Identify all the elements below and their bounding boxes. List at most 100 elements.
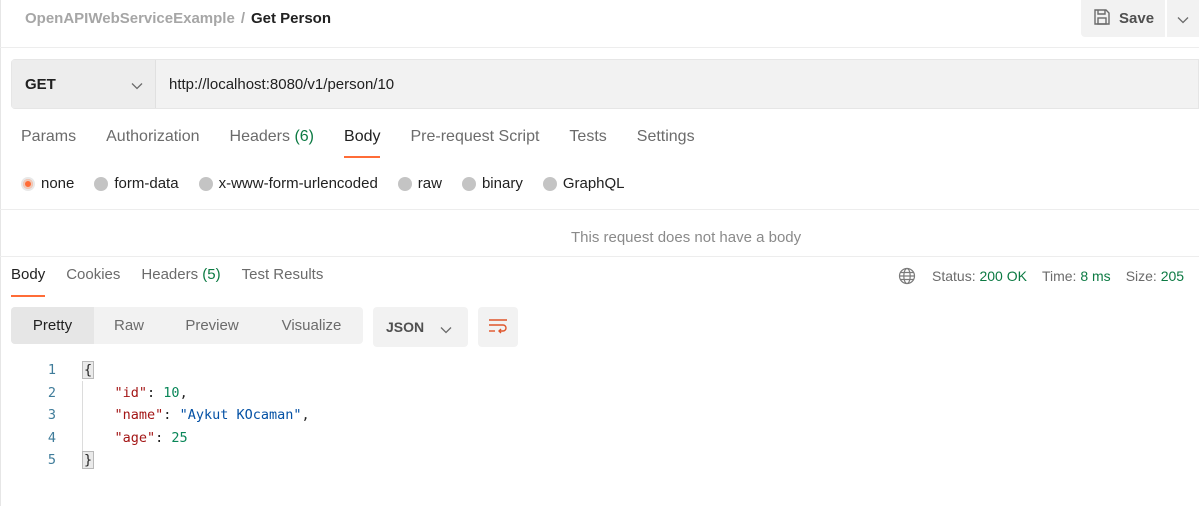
line-number: 1 bbox=[47, 362, 56, 379]
view-mode-segmented: Pretty Raw Preview Visualize bbox=[11, 307, 363, 344]
tab-count: (6) bbox=[294, 128, 315, 145]
tab-tests[interactable]: Tests bbox=[569, 128, 606, 158]
radio-label: x-www-form-urlencoded bbox=[218, 175, 378, 192]
request-header: OpenAPIWebServiceExample / Get Person Save bbox=[0, 0, 1199, 48]
breadcrumb-request-name[interactable]: Get Person bbox=[251, 10, 331, 27]
tab-label: Authorization bbox=[106, 128, 200, 145]
url-input[interactable]: http://localhost:8080/v1/person/10 bbox=[156, 60, 1198, 108]
line-number: 5 bbox=[47, 452, 56, 469]
tab-label: Test Results bbox=[241, 266, 324, 283]
response-body-editor[interactable]: 1{ 2 "id": 10, 3 "name": "Aykut KOcaman"… bbox=[0, 359, 310, 472]
radio-dot[interactable] bbox=[94, 176, 109, 191]
view-pretty[interactable]: Pretty bbox=[11, 307, 94, 344]
save-options-button[interactable] bbox=[1167, 0, 1199, 37]
response-status[interactable]: Status: 200 OK bbox=[932, 268, 1027, 284]
radio-binary[interactable]: binary bbox=[461, 175, 523, 192]
save-label: Save bbox=[1119, 10, 1155, 27]
tab-pre-request-script[interactable]: Pre-request Script bbox=[410, 128, 539, 158]
wrap-lines-button[interactable] bbox=[478, 307, 518, 347]
json-value: 25 bbox=[171, 429, 188, 446]
time-label: Time: bbox=[1041, 268, 1077, 284]
response-tab-headers[interactable]: Headers (5) bbox=[141, 266, 220, 297]
tab-label: Settings bbox=[636, 128, 695, 145]
tab-settings[interactable]: Settings bbox=[637, 128, 695, 158]
breadcrumb: OpenAPIWebServiceExample / Get Person bbox=[25, 10, 331, 27]
divider bbox=[0, 256, 1199, 257]
breadcrumb-collection[interactable]: OpenAPIWebServiceExample bbox=[25, 10, 235, 27]
radio-label: binary bbox=[481, 175, 523, 192]
response-size[interactable]: Size: 205 bbox=[1126, 268, 1184, 284]
radio-none[interactable]: none bbox=[21, 175, 74, 192]
empty-body-message: This request does not have a body bbox=[571, 229, 802, 246]
radio-label: none bbox=[41, 175, 75, 192]
tab-label: Cookies bbox=[66, 266, 121, 283]
code-line: 5} bbox=[0, 449, 310, 472]
radio-graphql[interactable]: GraphQL bbox=[542, 175, 625, 192]
response-tab-cookies[interactable]: Cookies bbox=[66, 266, 120, 297]
format-label: JSON bbox=[386, 319, 425, 335]
radio-raw[interactable]: raw bbox=[397, 175, 442, 192]
open-brace: { bbox=[82, 361, 95, 380]
radio-dot[interactable] bbox=[21, 176, 35, 191]
format-select[interactable]: JSON bbox=[373, 307, 468, 347]
chevron-down-icon bbox=[440, 321, 452, 337]
close-brace: } bbox=[82, 451, 95, 470]
view-visualize[interactable]: Visualize bbox=[260, 307, 363, 344]
radio-dot[interactable] bbox=[461, 176, 476, 191]
request-tabs: Params Authorization Headers (6) Body Pr… bbox=[21, 128, 725, 158]
tab-body[interactable]: Body bbox=[344, 128, 381, 158]
tab-authorization[interactable]: Authorization bbox=[106, 128, 199, 158]
code-line: 1{ bbox=[0, 359, 310, 382]
code-line: 4 "age": 25 bbox=[0, 427, 310, 450]
size-label: Size: bbox=[1125, 268, 1157, 284]
chevron-down-icon bbox=[1177, 11, 1189, 27]
response-tab-test-results[interactable]: Test Results bbox=[242, 266, 324, 297]
json-punct: , bbox=[179, 384, 188, 401]
breadcrumb-separator: / bbox=[240, 10, 245, 27]
radio-dot[interactable] bbox=[198, 176, 213, 191]
json-key: "name" bbox=[114, 407, 164, 424]
tab-headers[interactable]: Headers (6) bbox=[230, 128, 315, 158]
method-select[interactable]: GET bbox=[12, 60, 156, 108]
globe-icon[interactable] bbox=[898, 267, 916, 285]
response-tabs: Body Cookies Headers (5) Test Results bbox=[11, 266, 344, 297]
url-bar: GET http://localhost:8080/v1/person/10 bbox=[11, 59, 1199, 109]
radio-form-data[interactable]: form-data bbox=[94, 175, 179, 192]
radio-dot[interactable] bbox=[542, 176, 557, 191]
tab-label: Body bbox=[344, 128, 381, 145]
tab-label: Tests bbox=[569, 128, 607, 145]
tab-label: Headers bbox=[141, 266, 199, 283]
tab-label: Params bbox=[21, 128, 77, 145]
json-value: 10 bbox=[163, 384, 180, 401]
status-label: Status: bbox=[932, 268, 976, 284]
response-meta: Status: 200 OK Time: 8 ms Size: 205 bbox=[898, 267, 1199, 285]
code-line: 3 "name": "Aykut KOcaman", bbox=[0, 404, 310, 427]
body-type-radio-group: none form-data x-www-form-urlencoded raw… bbox=[21, 175, 645, 192]
json-key: "age" bbox=[114, 429, 156, 446]
radio-label: form-data bbox=[114, 175, 179, 192]
floppy-disk-icon bbox=[1093, 8, 1111, 30]
radio-x-www-form-urlencoded[interactable]: x-www-form-urlencoded bbox=[198, 175, 378, 192]
status-value: 200 OK bbox=[979, 268, 1027, 284]
code-line: 2 "id": 10, bbox=[0, 382, 310, 405]
wrap-lines-icon bbox=[488, 318, 508, 337]
line-number: 3 bbox=[47, 407, 56, 424]
json-value: "Aykut KOcaman" bbox=[179, 407, 302, 424]
tab-params[interactable]: Params bbox=[21, 128, 76, 158]
view-preview[interactable]: Preview bbox=[164, 307, 260, 344]
save-button[interactable]: Save bbox=[1081, 0, 1165, 37]
json-key: "id" bbox=[114, 384, 148, 401]
tab-label: Headers bbox=[229, 128, 290, 145]
tab-count: (5) bbox=[202, 266, 221, 283]
response-time[interactable]: Time: 8 ms bbox=[1042, 268, 1111, 284]
tab-label: Pre-request Script bbox=[410, 128, 540, 145]
radio-dot[interactable] bbox=[397, 176, 412, 191]
tab-label: Body bbox=[11, 266, 46, 283]
json-punct: , bbox=[301, 407, 310, 424]
radio-label: GraphQL bbox=[562, 175, 625, 192]
view-raw[interactable]: Raw bbox=[94, 307, 164, 344]
chevron-down-icon bbox=[131, 77, 143, 94]
time-value: 8 ms bbox=[1080, 268, 1111, 284]
response-tab-body[interactable]: Body bbox=[11, 266, 46, 297]
size-value: 205 bbox=[1160, 268, 1185, 284]
